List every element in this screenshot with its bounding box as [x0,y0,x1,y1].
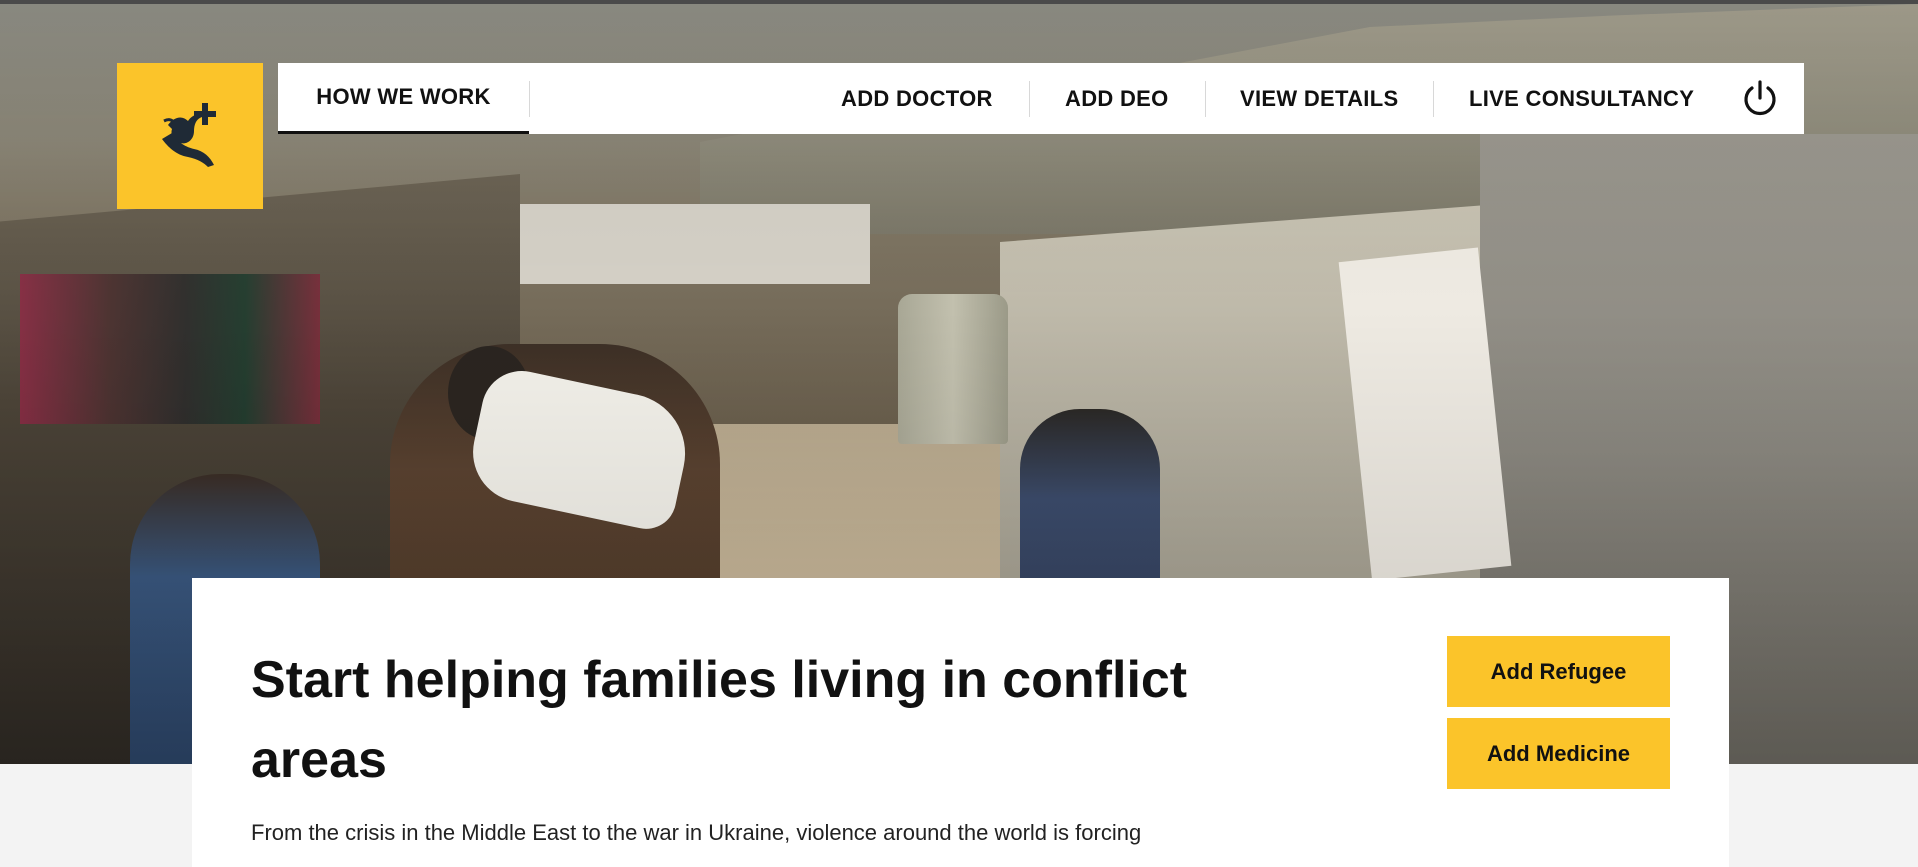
nav-divider [1029,81,1030,117]
nav-add-doctor[interactable]: ADD DOCTOR [841,63,993,134]
nav-divider [1205,81,1206,117]
add-medicine-button[interactable]: Add Medicine [1447,718,1670,789]
main-nav: HOW WE WORK ADD DOCTOR ADD DEO VIEW DETA… [278,63,1804,134]
nav-live-consultancy[interactable]: LIVE CONSULTANCY [1469,63,1694,134]
logo[interactable] [117,63,263,209]
nav-divider [1433,81,1434,117]
helping-hand-dove-icon [162,103,216,167]
power-icon [1744,80,1776,116]
nav-how-we-work[interactable]: HOW WE WORK [278,63,529,134]
page-title: Start helping families living in conflic… [251,651,1188,789]
nav-divider [529,81,530,117]
intro-card: Start helping families living in conflic… [192,578,1729,867]
power-button[interactable] [1740,79,1780,119]
add-refugee-button[interactable]: Add Refugee [1447,636,1670,707]
intro-paragraph: From the crisis in the Middle East to th… [251,820,1142,845]
nav-view-details[interactable]: VIEW DETAILS [1240,63,1398,134]
nav-add-deo[interactable]: ADD DEO [1065,63,1169,134]
